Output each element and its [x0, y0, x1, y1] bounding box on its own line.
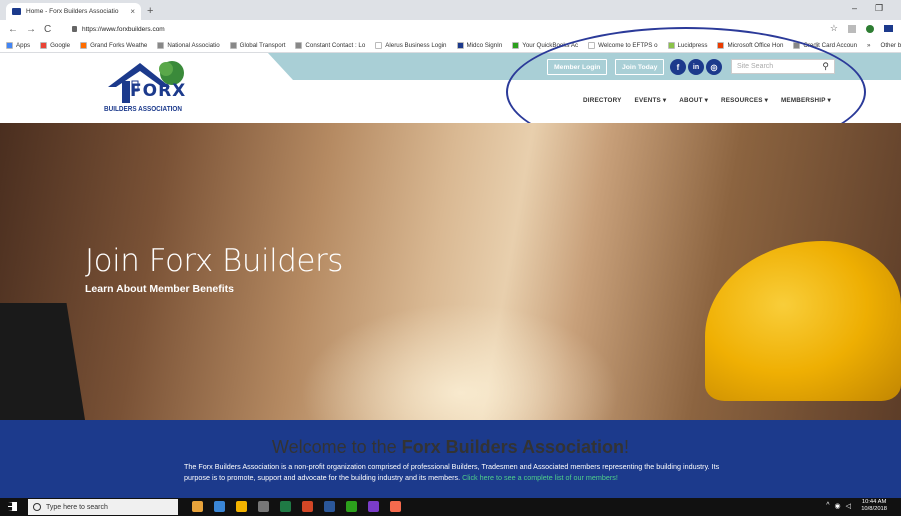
welcome-title: Welcome to the Forx Builders Association… [0, 437, 901, 458]
minimize-icon[interactable]: – [852, 3, 857, 13]
bookmark-label: Midco SignIn [466, 41, 503, 49]
bookmark-icon [512, 41, 520, 49]
hero-subtitle-link[interactable]: Learn About Member Benefits [85, 283, 234, 295]
taskbar-app-icon[interactable] [214, 501, 225, 512]
system-tray: ^ ◉ ◁ [826, 502, 851, 510]
taskbar-app-icon[interactable] [324, 501, 335, 512]
taskbar-app-icon[interactable] [192, 501, 203, 512]
tray-chevron-icon[interactable]: ^ [826, 502, 829, 510]
bookmark-label: Google [50, 41, 71, 49]
lock-icon [72, 26, 77, 32]
taskbar-app-icon[interactable] [302, 501, 313, 512]
hardhat-image [705, 241, 901, 401]
clock-time: 10:44 AM [861, 499, 887, 505]
taskbar-app-icon[interactable] [368, 501, 379, 512]
bookmark-item[interactable]: Constant Contact : Lo [295, 41, 366, 49]
forward-icon[interactable]: → [26, 24, 36, 35]
taskbar-app-icon[interactable] [280, 501, 291, 512]
members-list-link[interactable]: Click here to see a complete list of our… [462, 473, 618, 482]
favicon-icon [12, 8, 21, 15]
bookmark-icon [456, 41, 464, 49]
bookmark-icon [375, 41, 383, 49]
volume-icon[interactable]: ◁ [846, 502, 851, 510]
taskbar-app-icon[interactable] [390, 501, 401, 512]
logo-text: BUILDERS ASSOCIATION [104, 104, 182, 113]
extension-check-icon[interactable] [866, 25, 874, 33]
bookmark-label: Apps [16, 41, 31, 49]
bookmark-label: Alerus Business Login [385, 41, 447, 49]
url-text: https://www.forxbuilders.com [82, 25, 165, 33]
bookmark-label: National Associatio [167, 41, 220, 49]
bookmark-label: Global Transport [239, 41, 286, 49]
toolbar-icons: ☆ [830, 23, 893, 34]
bookmark-item[interactable]: Midco SignIn [456, 41, 503, 49]
close-tab-icon[interactable]: × [130, 7, 135, 16]
bookmark-item[interactable]: Grand Forks Weathe [80, 41, 148, 49]
bookmark-icon [80, 41, 88, 49]
extension-bird-icon[interactable] [884, 25, 893, 32]
bookmark-icon [6, 41, 13, 49]
clock-date: 10/8/2018 [861, 506, 887, 512]
logo-word: FORX [130, 81, 187, 101]
taskbar-clock[interactable]: 10:44 AM 10/8/2018 [861, 499, 887, 513]
bookmark-label: Constant Contact : Lo [305, 41, 366, 49]
reload-icon[interactable]: C [44, 24, 51, 35]
bookmark-item[interactable]: Alerus Business Login [375, 41, 447, 49]
bookmark-icon [229, 41, 237, 49]
cortana-icon [33, 503, 41, 511]
welcome-title-prefix: Welcome to the [271, 437, 402, 457]
bookmark-star-icon[interactable]: ☆ [830, 23, 838, 34]
back-icon[interactable]: ← [8, 24, 18, 35]
hero-title: Join Forx Builders [85, 243, 343, 279]
browser-tab[interactable]: Home - Forx Builders Associatio × [6, 3, 141, 20]
bookmark-icon [157, 41, 165, 49]
welcome-section [0, 420, 901, 498]
bookmark-item[interactable]: Google [40, 41, 71, 49]
welcome-title-suffix: ! [624, 437, 630, 457]
bookmark-icon [40, 41, 48, 49]
bookmark-item[interactable]: Apps [6, 41, 31, 49]
welcome-title-bold: Forx Builders Association [401, 437, 625, 457]
tab-title: Home - Forx Builders Associatio [26, 8, 119, 15]
hero-light [300, 303, 620, 420]
welcome-body: The Forx Builders Association is a non-p… [184, 462, 720, 482]
forx-logo[interactable]: FORX BUILDERS ASSOCIATION [100, 57, 195, 117]
other-bookmarks[interactable]: Other bookma [881, 42, 901, 49]
taskbar-app-icon[interactable] [236, 501, 247, 512]
bookmark-item[interactable]: Global Transport [229, 41, 286, 49]
bookmarks-overflow-icon[interactable]: » [867, 42, 870, 49]
bookmark-item[interactable]: National Associatio [157, 41, 220, 49]
taskbar-search-placeholder: Type here to search [46, 503, 108, 511]
extension-icon[interactable] [848, 25, 856, 33]
laptop-image [0, 303, 91, 420]
bookmark-icon [295, 41, 303, 49]
restore-icon[interactable]: ❐ [875, 3, 883, 14]
welcome-text: The Forx Builders Association is a non-p… [184, 462, 729, 483]
bookmark-label: Grand Forks Weathe [90, 41, 148, 49]
new-tab-button[interactable]: + [147, 5, 153, 17]
taskbar-search[interactable]: Type here to search [28, 499, 178, 515]
network-icon[interactable]: ◉ [835, 502, 841, 510]
taskbar-app-icon[interactable] [346, 501, 357, 512]
taskbar-app-icon[interactable] [258, 501, 269, 512]
